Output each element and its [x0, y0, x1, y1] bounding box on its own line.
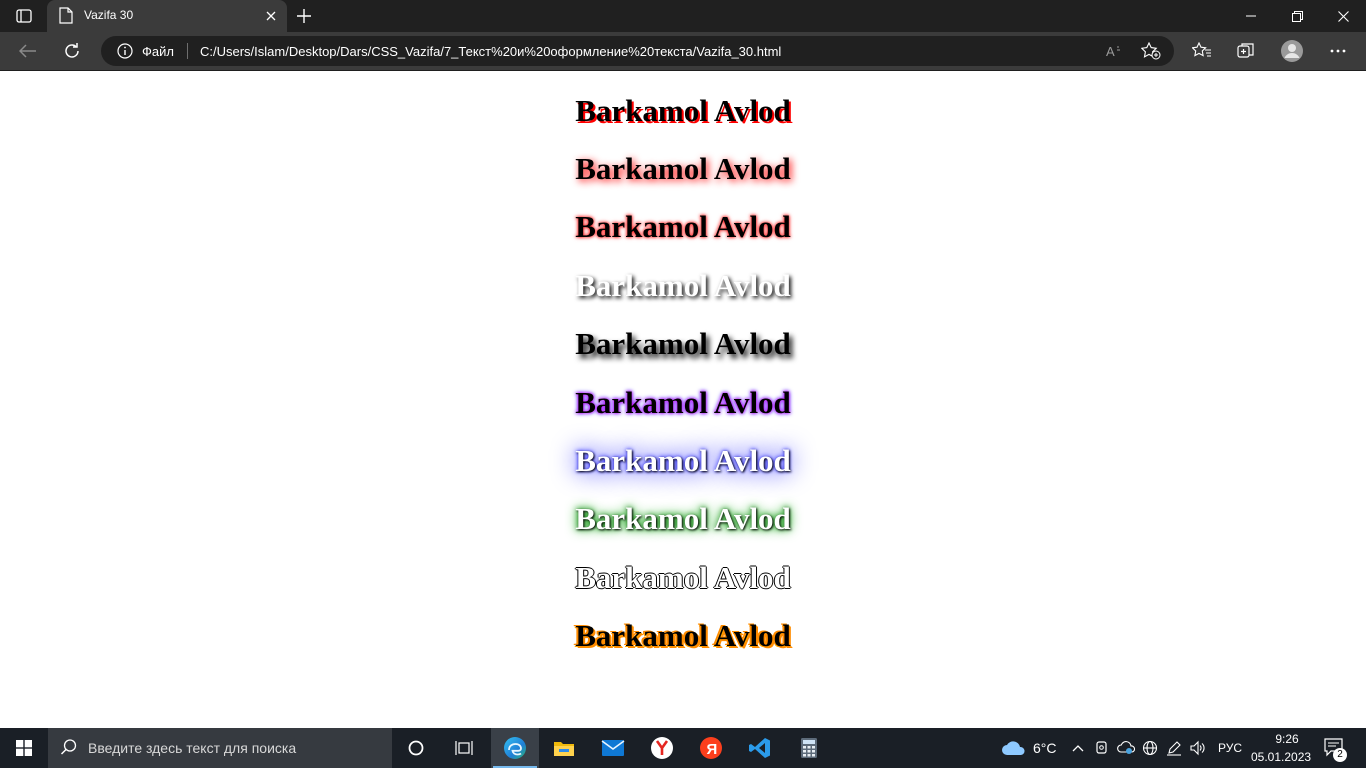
browser-toolbar: Файл C:/Users/Islam/Desktop/Dars/CSS_Vaz…	[0, 32, 1366, 71]
file-explorer-icon[interactable]	[540, 728, 588, 768]
browser-tab-strip: Vazifa 30	[0, 0, 1366, 32]
site-info-label[interactable]: Файл	[142, 44, 174, 59]
pen-workspace-icon[interactable]	[1164, 738, 1184, 758]
heading-outlined: Barkamol Avlod	[575, 560, 791, 595]
back-arrow-icon[interactable]	[12, 36, 44, 66]
read-aloud-icon[interactable]: A	[1105, 42, 1125, 60]
weather-cloud-icon[interactable]	[1001, 738, 1027, 758]
chevron-up-icon[interactable]	[1068, 738, 1088, 758]
windows-taskbar: Введите здесь текст для поиска Я 6°C РУС…	[0, 728, 1366, 768]
url-text[interactable]: C:/Users/Islam/Desktop/Dars/CSS_Vazifa/7…	[200, 44, 781, 59]
network-globe-icon[interactable]	[1140, 738, 1160, 758]
heading-red-glow: Barkamol Avlod	[575, 209, 791, 244]
heading-red-blur-shadow: Barkamol Avlod	[575, 151, 791, 186]
cortana-icon[interactable]	[392, 728, 440, 768]
heading-orange-outline: Barkamol Avlod	[575, 618, 791, 653]
plus-icon[interactable]	[292, 5, 316, 27]
search-icon	[60, 738, 78, 761]
search-placeholder: Введите здесь текст для поиска	[88, 740, 297, 756]
close-icon[interactable]	[1320, 0, 1366, 32]
svg-text:Я: Я	[707, 741, 718, 758]
windows-start-icon[interactable]	[0, 728, 48, 768]
onedrive-sync-icon[interactable]	[1116, 738, 1136, 758]
input-language[interactable]: РУС	[1218, 741, 1242, 755]
heading-white-blue-glow: Barkamol Avlod	[575, 443, 791, 478]
taskbar-search-box[interactable]: Введите здесь текст для поиска	[48, 728, 392, 768]
heading-red-offset-shadow: Barkamol Avlod	[575, 93, 791, 128]
yandex-icon[interactable]: Я	[687, 728, 735, 768]
minimize-icon[interactable]	[1228, 0, 1274, 32]
clock-time[interactable]: 9:26	[1269, 732, 1305, 746]
vscode-icon[interactable]	[736, 728, 784, 768]
volume-icon[interactable]	[1188, 738, 1208, 758]
page-icon	[59, 7, 73, 29]
refresh-icon[interactable]	[56, 36, 88, 66]
more-icon[interactable]	[1322, 36, 1354, 66]
close-icon[interactable]	[263, 8, 279, 24]
calculator-icon[interactable]	[785, 728, 833, 768]
tab-title: Vazifa 30	[84, 8, 134, 22]
heading-black-shadow: Barkamol Avlod	[575, 326, 791, 361]
active-tab[interactable]: Vazifa 30	[47, 0, 287, 32]
favorites-icon[interactable]	[1186, 36, 1218, 66]
divider	[187, 43, 188, 59]
edge-icon[interactable]	[491, 728, 539, 768]
yandex-browser-icon[interactable]	[638, 728, 686, 768]
restore-icon[interactable]	[1274, 0, 1320, 32]
notifications-badge: 2	[1333, 748, 1347, 762]
task-view-icon[interactable]	[440, 728, 488, 768]
collections-icon[interactable]	[1230, 36, 1262, 66]
mail-icon[interactable]	[589, 728, 637, 768]
address-bar[interactable]: Файл C:/Users/Islam/Desktop/Dars/CSS_Vaz…	[101, 36, 1174, 66]
heading-white-green-glow: Barkamol Avlod	[575, 501, 791, 536]
web-page-content: Barkamol Avlod Barkamol Avlod Barkamol A…	[0, 71, 1366, 728]
heading-white-dark-shadow: Barkamol Avlod	[575, 268, 791, 303]
weather-temperature[interactable]: 6°C	[1033, 740, 1057, 756]
info-icon[interactable]	[117, 43, 133, 64]
profile-icon[interactable]	[1276, 36, 1308, 66]
add-favorite-icon[interactable]	[1141, 42, 1161, 60]
clock-date[interactable]: 05.01.2023	[1251, 750, 1311, 764]
meet-now-icon[interactable]	[1092, 738, 1112, 758]
svg-text:A: A	[1106, 44, 1115, 58]
tab-actions-icon[interactable]	[10, 6, 38, 26]
heading-magenta-blue-glow: Barkamol Avlod	[575, 385, 791, 420]
